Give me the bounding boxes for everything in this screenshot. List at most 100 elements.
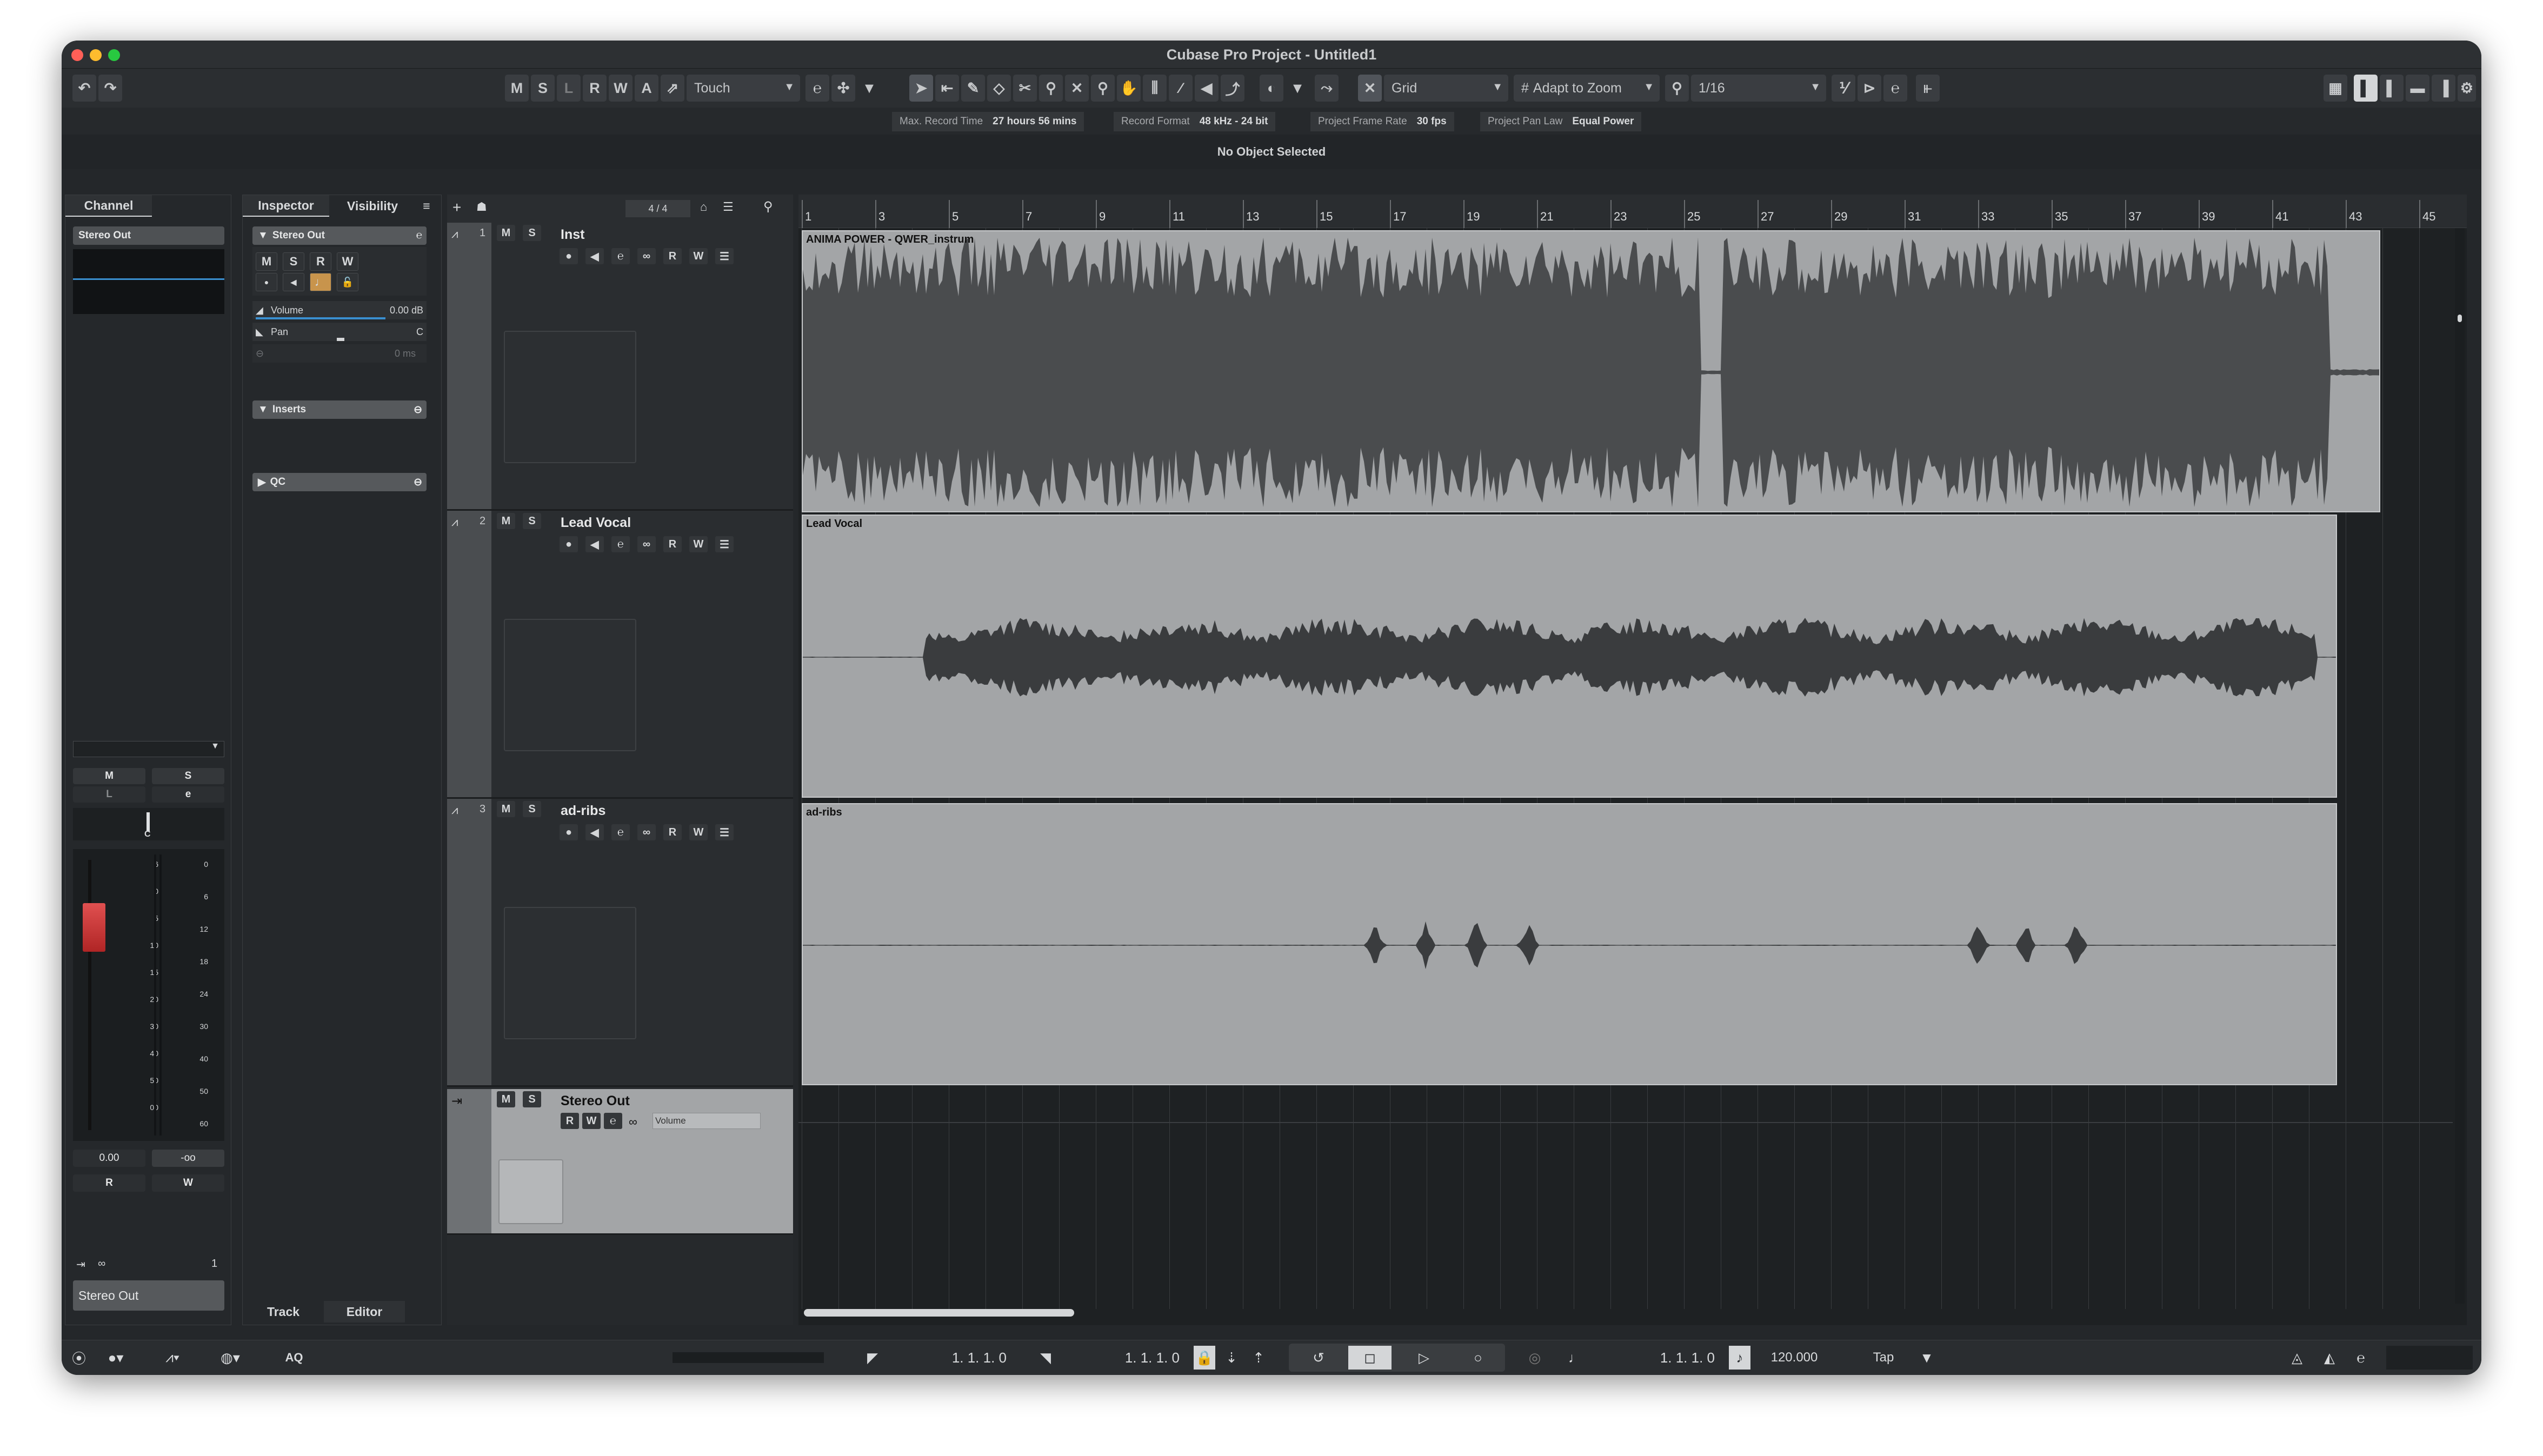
inserts-section-header[interactable]: ▼ Inserts ⊖ [252, 400, 427, 419]
colorize-icon[interactable]: ◐ [1260, 75, 1283, 102]
solo-button[interactable]: S [523, 225, 541, 241]
audio-event-ad-ribs[interactable]: ad-ribs [802, 803, 2337, 1085]
snap-toggle-icon[interactable]: ✕ [1358, 75, 1382, 102]
comp-tool-icon[interactable]: ⫼ [1143, 75, 1167, 102]
channel-write-button[interactable]: W [152, 1174, 224, 1192]
track-name[interactable]: Inst [561, 227, 584, 243]
keyboard-icon[interactable]: ▦ [2324, 75, 2347, 102]
snap-mode-select[interactable]: # Adapt to Zoom ▼ [1514, 75, 1660, 102]
channel-volume-value[interactable]: 0.00 [73, 1150, 145, 1167]
inspector-section-header[interactable]: ▼ Stereo Out ℮ [252, 226, 427, 245]
monitor-icon[interactable]: ◀ [283, 273, 304, 291]
cycle-icon[interactable]: ↺ [1300, 1346, 1337, 1370]
write-toggle[interactable]: W [609, 75, 633, 102]
inspector-mute-button[interactable]: M [256, 252, 277, 271]
automation-mode-icon[interactable]: ⇗ [661, 75, 684, 102]
left-zone-icon[interactable]: ▌ [2354, 75, 2378, 102]
right-locator-icon[interactable]: ◥ [1035, 1346, 1056, 1370]
inspector-delay-control[interactable]: ⊖ 0 ms [252, 344, 427, 363]
listen-toggle[interactable]: L [557, 75, 581, 102]
list-icon[interactable]: ☰ [723, 200, 734, 214]
search-icon[interactable]: ⚲ [1665, 75, 1689, 102]
qc-section-header[interactable]: ▶ QC ⊖ [252, 473, 427, 491]
mute-button[interactable]: M [497, 513, 515, 529]
add-track-icon[interactable]: + [452, 199, 461, 216]
erase-tool-icon[interactable]: ◇ [987, 75, 1011, 102]
write-button[interactable]: W [689, 248, 708, 264]
read-button[interactable]: R [663, 824, 682, 840]
channel-solo-button[interactable]: S [152, 768, 224, 784]
vertical-scrollbar[interactable] [2455, 228, 2465, 1304]
play-icon[interactable]: ▷ [1402, 1346, 1446, 1370]
line-tool-icon[interactable]: ⁄ [1169, 75, 1193, 102]
lower-zone-icon[interactable]: ▬ [2406, 75, 2429, 102]
track-row[interactable]: ⩘ 3 M Sad-ribs ● ◀ ℮ ∞ R W ☰ [447, 799, 793, 1087]
lanes-icon[interactable]: ☰ [715, 824, 734, 840]
inspector-menu-icon[interactable]: ≡ [416, 195, 437, 217]
hand-tool-icon[interactable]: ✋ [1117, 75, 1141, 102]
aq-button[interactable]: AQ [278, 1346, 310, 1370]
split-tool-icon[interactable]: ✂ [1013, 75, 1037, 102]
audio-mode-icon[interactable]: ⩘▾ [154, 1346, 191, 1370]
max-record-time[interactable]: Max. Record Time 27 hours 56 mins [892, 112, 1084, 131]
punch-icon[interactable]: ◎ [1521, 1346, 1548, 1370]
channel-eq-display[interactable] [73, 249, 224, 314]
link-icon[interactable]: ∞ [637, 824, 656, 840]
add-folder-icon[interactable]: ☗ [476, 200, 487, 214]
glue-tool-icon[interactable]: ⚲ [1039, 75, 1063, 102]
tab-channel[interactable]: Channel [65, 195, 152, 217]
horizontal-scrollbar[interactable] [804, 1309, 1074, 1317]
project-frame-rate[interactable]: Project Frame Rate 30 fps [1310, 112, 1454, 131]
track-row[interactable]: ⩘ 2 M S Lead Vocal ● ◀ ℮ ∞ R W ☰ [447, 511, 793, 799]
read-button[interactable]: R [561, 1113, 579, 1129]
channel-pan-control[interactable]: C [73, 808, 224, 840]
track-row[interactable]: ⩘ 1 M S Inst ● ◀ ℮ ∞ R W ☰ [447, 223, 793, 511]
record-icon[interactable]: ○ [1456, 1346, 1500, 1370]
project-pan-law[interactable]: Project Pan Law Equal Power [1480, 112, 1642, 131]
punch-out-icon[interactable]: ⇡ [1248, 1346, 1269, 1370]
write-button[interactable]: W [689, 536, 708, 552]
snap-type-select[interactable]: Grid ▼ [1384, 75, 1508, 102]
audio-event-lead-vocal[interactable]: Lead Vocal [802, 515, 2337, 798]
edit-icon[interactable]: ℮ [604, 1113, 622, 1129]
home-icon[interactable]: ⌂ [700, 200, 707, 214]
lanes-icon[interactable]: ☰ [715, 536, 734, 552]
read-button[interactable]: R [663, 536, 682, 552]
solo-button[interactable]: S [523, 1091, 541, 1107]
search-icon[interactable]: ⚲ [763, 199, 773, 215]
redo-icon[interactable]: ↷ [98, 75, 122, 102]
iterative-quantize-icon[interactable]: ⅟ [1832, 75, 1855, 102]
scroll-thumb[interactable] [2458, 315, 2462, 322]
channel-output-label[interactable]: Stereo Out [73, 226, 224, 245]
automation-param-field[interactable]: Volume [653, 1113, 761, 1129]
solo-toggle[interactable]: S [531, 75, 555, 102]
precount-icon[interactable]: ◭ [2316, 1346, 2343, 1370]
automation-toggle[interactable]: A [635, 75, 658, 102]
metronome-icon[interactable]: ◬ [2284, 1346, 2311, 1370]
write-button[interactable]: W [689, 824, 708, 840]
track-name[interactable]: Stereo Out [561, 1093, 630, 1109]
settings-icon[interactable]: ⚙ [2458, 75, 2476, 102]
settings-icon[interactable]: ⊖ [414, 476, 422, 489]
automation-mode-select[interactable]: Touch ▼ [687, 75, 800, 102]
monitor-icon[interactable]: ◀ [585, 824, 604, 840]
position-value[interactable]: 1. 1. 1. 0 [1592, 1346, 1721, 1370]
volume-fader-handle[interactable] [83, 903, 105, 952]
quantize-select[interactable]: 1/16 ▼ [1691, 75, 1826, 102]
channel-edit-button[interactable]: e [152, 786, 224, 803]
link-icon[interactable]: ∞ [629, 1115, 637, 1129]
right-zone-icon[interactable]: ▐ [2432, 75, 2455, 102]
record-enable-icon[interactable]: ● [256, 273, 277, 291]
edit-icon[interactable]: ℮ [611, 824, 630, 840]
left-zone-toggle-icon[interactable]: ▌ [2380, 75, 2404, 102]
channel-mute-button[interactable]: M [73, 768, 145, 784]
lock-icon[interactable]: 🔒 [1194, 1346, 1215, 1370]
edit-icon[interactable]: ℮ [611, 248, 630, 264]
tap-button[interactable]: Tap [1862, 1346, 1905, 1370]
output-icon[interactable]: ⇥ [76, 1258, 85, 1271]
punch-in-icon[interactable]: ⇣ [1221, 1346, 1242, 1370]
inspector-read-button[interactable]: R [310, 252, 331, 271]
tab-editor[interactable]: Editor [324, 1301, 405, 1323]
chevron-down-icon[interactable]: ▼ [1910, 1346, 1943, 1370]
color-tool-icon[interactable]: ⤴ [1221, 75, 1244, 102]
